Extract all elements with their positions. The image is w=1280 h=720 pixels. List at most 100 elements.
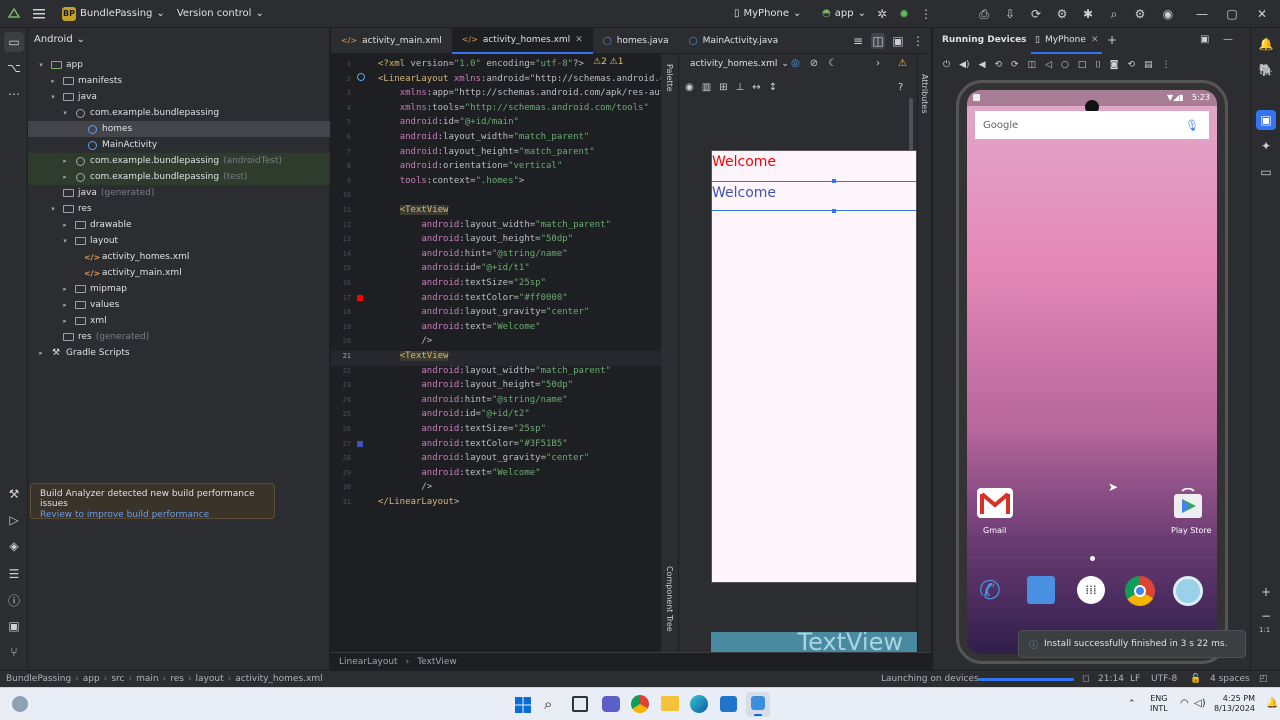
code-line[interactable]: android:text="Welcome" (378, 320, 540, 335)
speaker-icon[interactable]: ◁) (1194, 698, 1206, 709)
code-line[interactable]: android:layout_width="match_parent" (378, 218, 611, 233)
language-indicator[interactable]: ENG INTL (1150, 694, 1168, 714)
camera-app-icon[interactable] (1173, 576, 1203, 606)
path-segment[interactable]: app (83, 674, 100, 684)
notification-bell-icon[interactable]: 🔔 (1266, 698, 1278, 709)
app-quality-icon[interactable]: ◈ (4, 536, 24, 556)
rotate-left-icon[interactable]: ⟲ (994, 60, 1002, 70)
palette-tab[interactable]: Palette (665, 64, 674, 92)
tree-item[interactable]: ▸ mipmap (28, 281, 330, 297)
code-line[interactable]: <TextView (378, 203, 449, 218)
tree-item[interactable]: ▾ layout (28, 233, 330, 249)
run-icon[interactable]: ▷ (4, 510, 24, 530)
teams-icon[interactable] (602, 696, 620, 712)
code-line[interactable]: android:id="@+id/t1" (378, 261, 529, 276)
editor-tab[interactable]: ◯ MainActivity.java (679, 28, 789, 54)
code-line[interactable]: android:orientation="vertical" (378, 159, 563, 174)
design-view-icon[interactable]: ▣ (891, 33, 905, 49)
code-view-icon[interactable]: ≡ (851, 33, 865, 49)
code-line[interactable]: </LinearLayout> (378, 495, 459, 510)
code-line[interactable]: android:id="@+id/t2" (378, 407, 529, 422)
git-icon[interactable]: ⑂ (4, 642, 24, 662)
preview-textview-2[interactable]: Welcome (712, 181, 916, 211)
align-vertical-icon[interactable]: ↕ (769, 82, 777, 93)
tree-item[interactable]: </> activity_main.xml (28, 265, 330, 281)
path-segment[interactable]: main (136, 674, 159, 684)
chevron-right-icon[interactable]: › (876, 58, 880, 69)
problems-indicator[interactable]: ⚠2 ⚠1 (593, 57, 623, 67)
split-view-icon[interactable]: ◫ (871, 33, 885, 49)
file-explorer-icon[interactable] (661, 696, 679, 711)
lock-icon[interactable]: 🔓 (1190, 674, 1201, 684)
notifications-icon[interactable]: 🔔 (1256, 34, 1276, 54)
tree-item[interactable]: java (generated) (28, 185, 330, 201)
sync-icon[interactable]: ⟳ (1026, 4, 1046, 24)
blueprint-icon[interactable]: ⊘ (810, 58, 818, 69)
add-device-icon[interactable]: + (1107, 33, 1117, 47)
night-mode-icon[interactable]: ☾ (828, 58, 837, 69)
chevron-right-icon[interactable]: ▸ (60, 173, 70, 181)
store-icon[interactable] (720, 696, 737, 712)
screenshot-icon[interactable]: ⌷ (1095, 60, 1100, 70)
taskbar-search-icon[interactable]: ⌕ (544, 695, 552, 713)
phone-app-icon[interactable]: ✆ (979, 576, 1001, 606)
commit-icon[interactable]: ⌥ (4, 58, 24, 78)
tree-item[interactable]: ▾ java (28, 89, 330, 105)
code-line[interactable]: android:textSize="25sp" (378, 422, 546, 437)
tree-item[interactable]: ▸ xml (28, 313, 330, 329)
gmail-app-icon[interactable] (977, 488, 1013, 518)
problems-icon[interactable]: ⓘ (4, 590, 24, 610)
code-line[interactable]: android:id="@+id/main" (378, 115, 519, 130)
selection-handle[interactable] (832, 179, 836, 183)
search-icon[interactable]: ⌕ (1104, 4, 1124, 24)
app-drawer-icon[interactable]: ⁞⁞⁞ (1077, 576, 1105, 604)
apply-changes-icon[interactable]: ✲ (872, 4, 892, 24)
taskbar-chrome-icon[interactable] (631, 695, 649, 713)
tray-chevron-icon[interactable]: ⌃ (1128, 699, 1136, 709)
play-store-app-icon[interactable] (1171, 487, 1205, 520)
code-line[interactable]: android:layout_height="50dp" (378, 232, 573, 247)
eye-icon[interactable]: ◉ (685, 82, 694, 93)
breadcrumb-textview[interactable]: TextView (417, 657, 457, 667)
project-view-selector[interactable]: Android ⌄ (34, 34, 85, 45)
file-encoding[interactable]: UTF-8 (1151, 674, 1177, 684)
cursor-position[interactable]: 21:14 (1098, 674, 1124, 684)
device-more-icon[interactable]: ⋮ (1162, 60, 1171, 70)
code-line[interactable]: android:layout_gravity="center" (378, 305, 589, 320)
tree-item[interactable]: ▾ com.example.bundlepassing (28, 105, 330, 121)
preview-textview-1[interactable]: Welcome (712, 151, 916, 181)
google-search-bar[interactable]: Google 🎙 (975, 111, 1209, 139)
path-segment[interactable]: src (111, 674, 124, 684)
design-surface-icon[interactable]: ◎ (791, 58, 800, 69)
code-line[interactable]: android:textColor="#3F51B5" (378, 437, 567, 452)
android-studio-icon[interactable] (4, 4, 24, 24)
editor-tab[interactable]: ◯ homes.java (593, 28, 679, 54)
code-line[interactable]: android:layout_height="match_parent" (378, 145, 595, 160)
editor-tab[interactable]: </> activity_main.xml (331, 28, 452, 54)
chevron-down-icon[interactable]: ▾ (60, 237, 70, 245)
taskbar-clock[interactable]: 4:25 PM 8/13/2024 (1214, 694, 1255, 714)
zoom-out-icon[interactable]: − (1256, 606, 1276, 626)
tree-item[interactable]: ▸ drawable (28, 217, 330, 233)
settings-icon[interactable]: ⚙ (1130, 4, 1150, 24)
notification-link[interactable]: Review to improve build performance (40, 510, 265, 520)
layout-file-selector[interactable]: activity_homes.xml ⌄ (690, 59, 789, 69)
code-line[interactable]: android:layout_width="match_parent" (378, 364, 611, 379)
tree-item[interactable]: ▸ com.example.bundlepassing (test) (28, 169, 330, 185)
code-line[interactable]: android:hint="@string/name" (378, 247, 567, 262)
component-tree-tab[interactable]: Component Tree (665, 566, 674, 632)
code-line[interactable]: xmlns:app="http://schemas.android.com/ap… (378, 86, 666, 101)
chevron-right-icon[interactable]: ▸ (36, 349, 46, 357)
code-line[interactable]: android:hint="@string/name" (378, 393, 567, 408)
debug-bug-icon[interactable]: ✱ (1078, 4, 1098, 24)
build-analyzer-notification[interactable]: Build Analyzer detected new build perfor… (30, 483, 275, 520)
attributes-tab[interactable]: Attributes (920, 74, 929, 114)
tree-item[interactable]: ▸ ⚒ Gradle Scripts (28, 345, 330, 361)
record-icon[interactable]: ◙ (1110, 60, 1119, 70)
account-icon[interactable]: ◉ (1158, 4, 1178, 24)
constraint-icon[interactable]: ⊥ (736, 82, 745, 93)
device-explorer-icon[interactable]: ▭ (1256, 162, 1276, 182)
zoom-reset[interactable]: 1:1 (1259, 626, 1270, 634)
hide-panel-icon[interactable]: — (1223, 34, 1233, 45)
tree-item[interactable]: homes (28, 121, 330, 137)
